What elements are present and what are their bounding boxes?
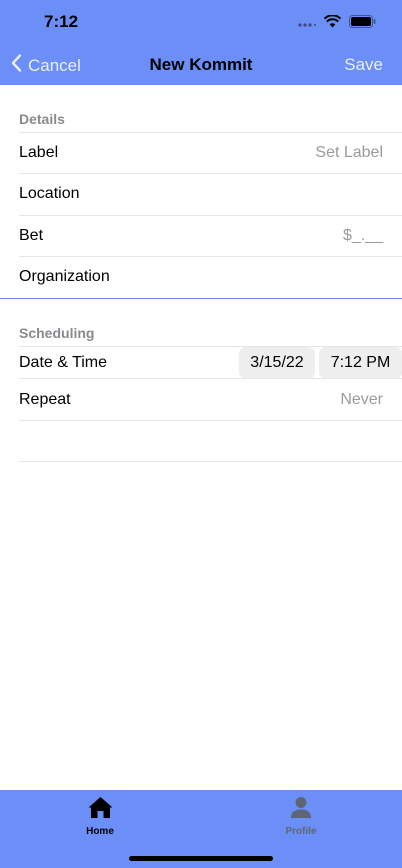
time-picker-button[interactable]: 7:12 PM bbox=[319, 347, 402, 379]
repeat-label: Repeat bbox=[19, 391, 71, 408]
person-icon bbox=[289, 797, 313, 823]
tab-profile-label: Profile bbox=[285, 826, 317, 837]
repeat-row[interactable]: Repeat Never bbox=[19, 378, 402, 420]
tab-home[interactable]: Home bbox=[50, 796, 150, 837]
date-time-label: Date & Time bbox=[19, 354, 108, 371]
navigation-bar: Cancel New Kommit Save bbox=[0, 46, 402, 85]
organization-row[interactable]: Organization bbox=[19, 256, 402, 298]
tab-home-label: Home bbox=[86, 826, 114, 837]
tab-profile[interactable]: Profile bbox=[251, 796, 351, 837]
section-divider bbox=[0, 298, 402, 299]
location-row[interactable]: Location bbox=[19, 173, 402, 215]
bet-row[interactable]: Bet $_.__ bbox=[19, 215, 402, 257]
label-row[interactable]: Label Set Label bbox=[19, 132, 402, 174]
date-time-row: Date & Time 3/15/22 7:12 PM bbox=[19, 346, 402, 379]
status-icons bbox=[298, 14, 376, 33]
date-picker-button[interactable]: 3/15/22 bbox=[239, 347, 315, 379]
label-row-label: Label bbox=[19, 144, 59, 161]
organization-row-label: Organization bbox=[19, 268, 110, 285]
page-title: New Kommit bbox=[149, 55, 253, 74]
list-bottom-divider bbox=[19, 461, 402, 463]
bet-row-label: Bet bbox=[19, 227, 44, 244]
save-button[interactable]: Save bbox=[344, 55, 383, 75]
wifi-icon bbox=[323, 14, 342, 33]
repeat-value[interactable]: Never bbox=[340, 391, 383, 409]
details-section-header: Details bbox=[19, 111, 65, 127]
empty-row bbox=[19, 420, 402, 462]
status-time: 7:12 bbox=[44, 12, 79, 31]
house-icon bbox=[87, 797, 114, 823]
status-bar: 7:12 bbox=[0, 0, 402, 46]
scheduling-section-header: Scheduling bbox=[19, 325, 95, 341]
location-row-label: Location bbox=[19, 185, 80, 202]
battery-icon bbox=[349, 15, 376, 33]
bet-row-value[interactable]: $_.__ bbox=[343, 227, 383, 245]
label-row-value[interactable]: Set Label bbox=[315, 144, 383, 162]
cellular-signal-icon bbox=[298, 15, 316, 33]
home-indicator[interactable] bbox=[129, 856, 273, 861]
